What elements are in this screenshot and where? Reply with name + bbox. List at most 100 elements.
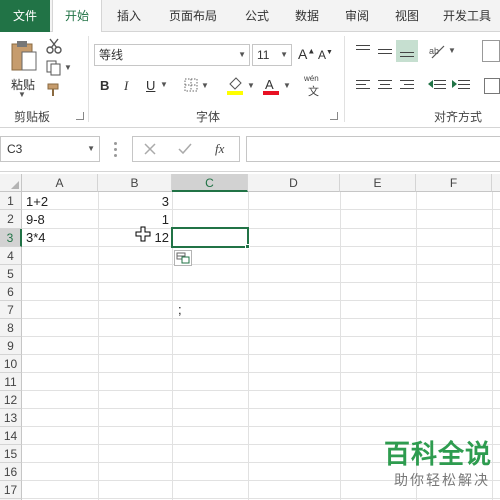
group-divider xyxy=(88,36,89,122)
tab-home[interactable]: 开始 xyxy=(52,0,102,33)
font-size-value: 11 xyxy=(257,48,270,62)
name-box-value: C3 xyxy=(7,142,23,156)
tab-formulas[interactable]: 公式 xyxy=(232,0,282,32)
row-header-15[interactable]: 15 xyxy=(0,445,22,463)
gridline xyxy=(22,408,500,409)
chevron-down-icon: ▼ xyxy=(64,63,72,72)
column-header-b[interactable]: B xyxy=(98,174,172,192)
gridline xyxy=(340,192,341,500)
underline-button[interactable]: U xyxy=(146,78,155,93)
shrink-font-button[interactable]: A▼ xyxy=(318,48,333,62)
bold-button[interactable]: B xyxy=(100,78,109,93)
cell-a3[interactable]: 3*4 xyxy=(26,230,46,245)
align-middle-button[interactable] xyxy=(376,42,394,60)
column-header-d[interactable]: D xyxy=(248,174,340,192)
ribbon: 粘贴 ▼ ▼ 剪贴板 等线 ▼ 11 ▼ A▲ A▼ B I U ▼ ▼ ▼ A… xyxy=(0,32,500,128)
row-header-9[interactable]: 9 xyxy=(0,337,22,355)
tab-page-layout[interactable]: 页面布局 xyxy=(156,0,230,32)
cell-a1[interactable]: 1+2 xyxy=(26,194,48,209)
column-header-a[interactable]: A xyxy=(22,174,98,192)
row-header-12[interactable]: 12 xyxy=(0,391,22,409)
increase-indent-button[interactable] xyxy=(452,78,472,94)
row-header-4[interactable]: 4 xyxy=(0,247,22,265)
group-divider xyxy=(344,36,345,122)
cell-b2[interactable]: 1 xyxy=(98,212,169,227)
wrap-text-button[interactable] xyxy=(482,40,500,62)
font-color-button[interactable]: A ▼ xyxy=(262,76,292,96)
tab-file[interactable]: 文件 xyxy=(0,0,50,32)
cell-a2[interactable]: 9-8 xyxy=(26,212,45,227)
borders-button[interactable]: ▼ xyxy=(184,78,212,94)
font-group-label: 字体 xyxy=(195,110,220,124)
gridline xyxy=(22,228,500,229)
row-header-6[interactable]: 6 xyxy=(0,283,22,301)
select-all-corner[interactable] xyxy=(0,174,22,192)
cell-c7[interactable]: ; xyxy=(178,302,182,317)
cell-b3[interactable]: 12 xyxy=(98,230,169,245)
row-header-5[interactable]: 5 xyxy=(0,265,22,283)
align-center-button[interactable] xyxy=(376,78,394,94)
row-header-11[interactable]: 11 xyxy=(0,373,22,391)
row-header-10[interactable]: 10 xyxy=(0,355,22,373)
cell-b1[interactable]: 3 xyxy=(98,194,169,209)
tab-view[interactable]: 视图 xyxy=(384,0,430,32)
row-header-14[interactable]: 14 xyxy=(0,427,22,445)
tab-data[interactable]: 数据 xyxy=(284,0,330,32)
clipboard-launcher-icon[interactable] xyxy=(76,112,84,120)
enter-icon[interactable] xyxy=(177,142,193,156)
row-header-7[interactable]: 7 xyxy=(0,301,22,319)
row-header-16[interactable]: 16 xyxy=(0,463,22,481)
orientation-icon: ab xyxy=(429,45,445,59)
format-painter-icon[interactable] xyxy=(46,82,62,98)
gridline xyxy=(22,498,500,499)
grow-font-button[interactable]: A▲ xyxy=(298,46,315,62)
formula-input[interactable] xyxy=(246,136,500,162)
column-header-c[interactable]: C xyxy=(172,174,248,192)
insert-function-button[interactable]: fx xyxy=(215,141,224,157)
row-header-17[interactable]: 17 xyxy=(0,481,22,499)
gridline xyxy=(22,264,500,265)
align-bottom-button[interactable] xyxy=(396,40,418,62)
name-box[interactable]: C3 ▼ xyxy=(0,136,100,162)
row-header-1[interactable]: 1 xyxy=(0,192,22,210)
quick-analysis-icon[interactable] xyxy=(174,250,192,266)
gridline xyxy=(22,426,500,427)
merge-cells-button[interactable] xyxy=(484,78,500,94)
row-header-8[interactable]: 8 xyxy=(0,319,22,337)
copy-button[interactable]: ▼ xyxy=(46,60,74,76)
chevron-down-icon: ▼ xyxy=(87,144,95,153)
font-launcher-icon[interactable] xyxy=(330,112,338,120)
row-header-2[interactable]: 2 xyxy=(0,210,22,229)
watermark-logo: 百科全说 助你轻松解决 xyxy=(368,434,498,494)
align-left-button[interactable] xyxy=(354,78,372,94)
font-name-select[interactable]: 等线 ▼ xyxy=(94,44,250,66)
row-header-3[interactable]: 3 xyxy=(0,229,22,247)
column-header-e[interactable]: E xyxy=(340,174,416,192)
column-header-g[interactable] xyxy=(492,174,500,192)
alignment-group-label: 对齐方式 xyxy=(433,110,482,124)
align-right-button[interactable] xyxy=(398,78,416,94)
tab-insert[interactable]: 插入 xyxy=(104,0,154,32)
align-top-button[interactable] xyxy=(354,42,372,60)
phonetic-button[interactable]: wén 文 xyxy=(304,74,328,98)
tab-developer[interactable]: 开发工具 xyxy=(434,0,500,32)
clipboard-group-label: 剪贴板 xyxy=(13,110,50,124)
orientation-button[interactable]: ab ▼ xyxy=(428,42,458,60)
decrease-indent-button[interactable] xyxy=(428,78,448,94)
watermark-subtitle: 助你轻松解决 xyxy=(394,472,490,488)
paste-button[interactable]: 粘贴 ▼ xyxy=(6,38,40,99)
font-size-select[interactable]: 11 ▼ xyxy=(252,44,292,66)
column-header-f[interactable]: F xyxy=(416,174,492,192)
fill-color-icon xyxy=(227,77,243,95)
italic-button[interactable]: I xyxy=(124,78,128,94)
chevron-down-icon: ▼ xyxy=(238,50,246,59)
fill-handle[interactable] xyxy=(245,244,250,249)
cut-icon[interactable] xyxy=(46,38,62,54)
tab-review[interactable]: 审阅 xyxy=(332,0,382,32)
font-color-icon: A xyxy=(263,77,279,95)
fill-color-button[interactable]: ▼ xyxy=(226,76,256,96)
gridline xyxy=(22,354,500,355)
row-header-13[interactable]: 13 xyxy=(0,409,22,427)
active-cell-c3[interactable] xyxy=(171,227,249,248)
cancel-icon[interactable] xyxy=(143,142,157,156)
